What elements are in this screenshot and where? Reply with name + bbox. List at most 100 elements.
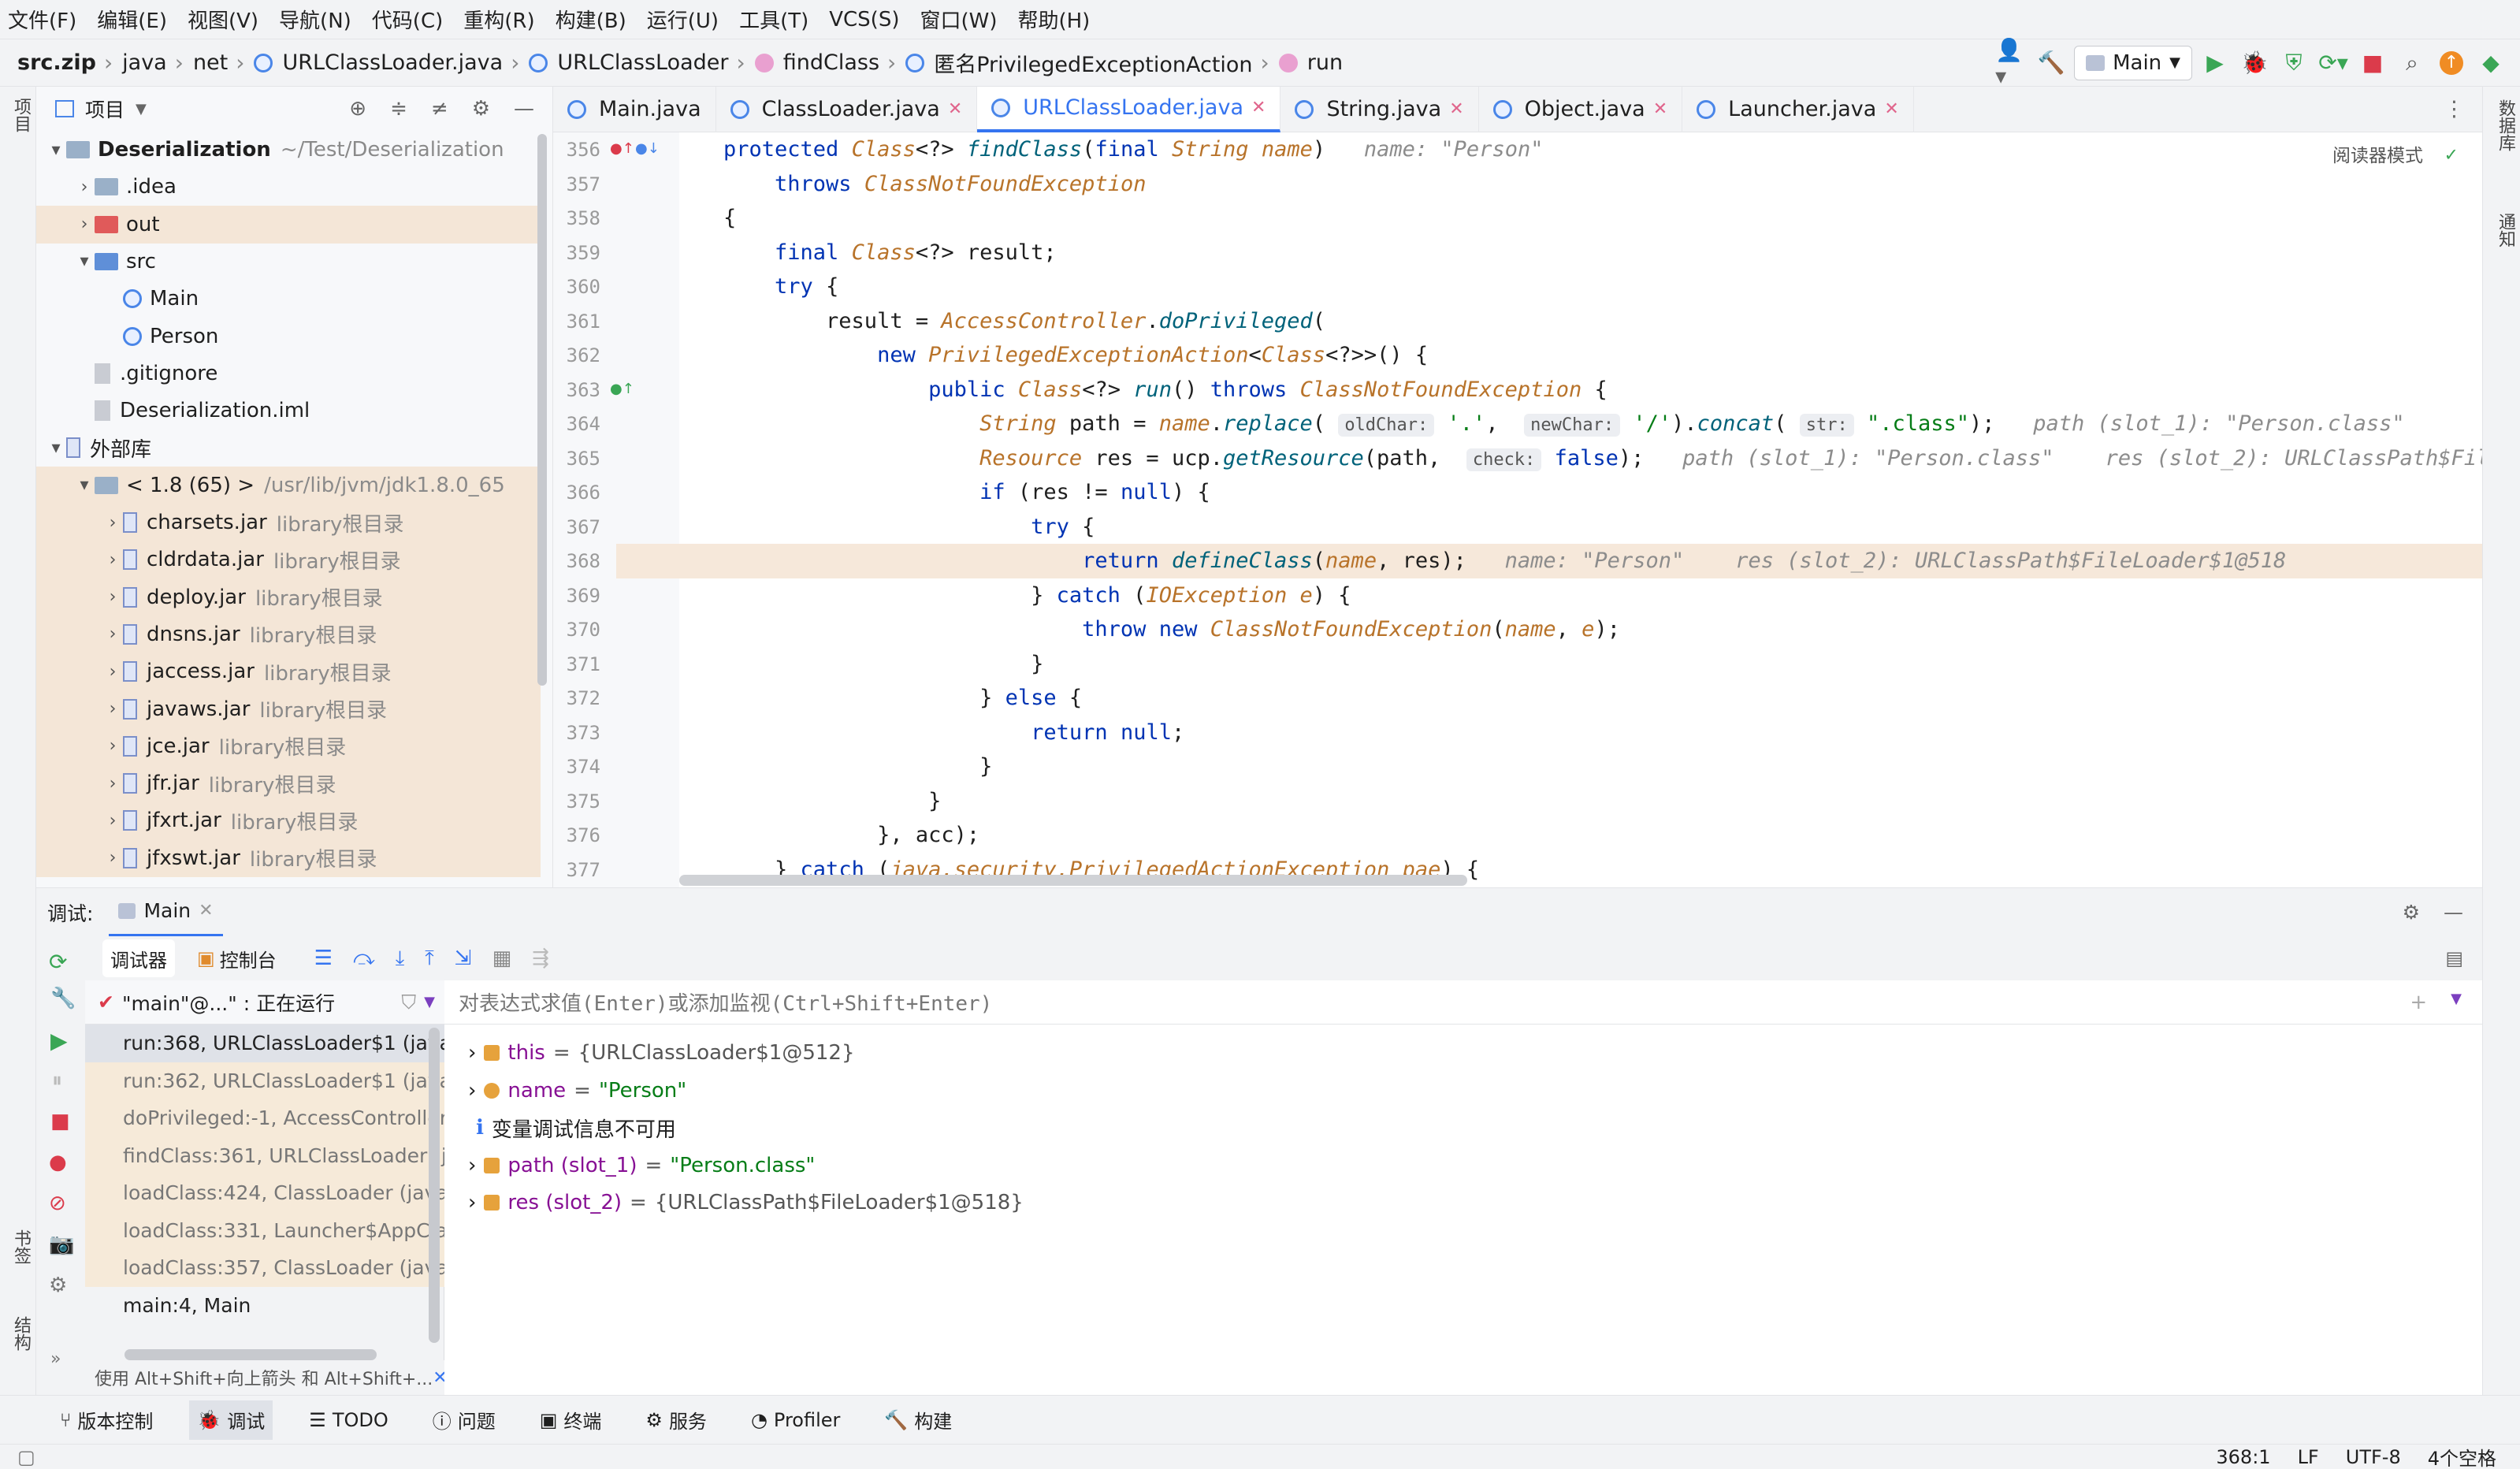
- expand-arrow-icon[interactable]: ›: [74, 214, 95, 234]
- expand-arrow-icon[interactable]: ›: [102, 699, 123, 719]
- close-icon[interactable]: ✕: [1449, 99, 1463, 119]
- trace-icon[interactable]: ⇶: [532, 946, 549, 970]
- gear-icon[interactable]: ⚙: [472, 97, 490, 121]
- tree-item[interactable]: Deserialization.iml: [36, 392, 541, 430]
- debug-session-tab[interactable]: Main ✕: [109, 888, 223, 937]
- tree-item[interactable]: › javaws.jar library根目录: [36, 690, 541, 728]
- close-icon[interactable]: ✕: [948, 99, 962, 119]
- restore-layout-icon[interactable]: ▤: [2445, 947, 2482, 969]
- expand-arrow-icon[interactable]: ›: [102, 662, 123, 682]
- panel-toggle-icon[interactable]: ▢: [17, 1446, 35, 1468]
- editor-tab[interactable]: URLClassLoader.java ✕: [977, 86, 1281, 132]
- menu-item[interactable]: 代码(C): [372, 5, 443, 34]
- stack-frame[interactable]: main:4, Main: [85, 1287, 444, 1325]
- expand-arrow-icon[interactable]: ›: [102, 624, 123, 644]
- variable-row[interactable]: › path (slot_1) = "Person.class": [468, 1147, 815, 1184]
- tree-item[interactable]: › charsets.jar library根目录: [36, 504, 541, 541]
- run-icon[interactable]: ▶: [2198, 46, 2232, 80]
- expand-arrow-icon[interactable]: ▾: [46, 438, 66, 458]
- reader-mode-button[interactable]: 阅读器模式: [2332, 140, 2423, 167]
- menu-item[interactable]: 视图(V): [188, 5, 258, 34]
- bottom-tab[interactable]: ⑂ 版本控制: [52, 1400, 161, 1440]
- chevron-down-icon[interactable]: ▼: [2451, 991, 2462, 1014]
- stack-frame[interactable]: loadClass:424, ClassLoader (java.l: [85, 1174, 444, 1212]
- settings-wrench-icon[interactable]: 🔧: [50, 987, 76, 1010]
- hide-icon[interactable]: —: [2444, 901, 2463, 924]
- profile-icon[interactable]: ⟳▾: [2317, 46, 2350, 80]
- expand-arrow-icon[interactable]: ›: [74, 177, 95, 197]
- user-icon[interactable]: 👤▾: [1995, 37, 2028, 89]
- step-out-icon[interactable]: ⤒: [425, 946, 434, 971]
- step-over-icon[interactable]: ⤼: [353, 946, 375, 971]
- step-into-icon[interactable]: ⤓: [396, 946, 405, 971]
- tree-item[interactable]: › dnsns.jar library根目录: [36, 615, 541, 653]
- filter-icon[interactable]: ⛉: [401, 991, 416, 1014]
- close-icon[interactable]: ✕: [1653, 99, 1667, 119]
- tree-item[interactable]: › jce.jar library根目录: [36, 727, 541, 765]
- tree-item[interactable]: › cldrdata.jar library根目录: [36, 541, 541, 579]
- editor-tab[interactable]: ClassLoader.java ✕: [716, 86, 978, 132]
- expand-arrow-icon[interactable]: ›: [102, 811, 123, 831]
- bottom-tab[interactable]: 🐞 调试: [189, 1400, 273, 1440]
- scrollbar[interactable]: [537, 134, 547, 686]
- menu-item[interactable]: 导航(N): [279, 5, 351, 34]
- tree-item[interactable]: › deploy.jar library根目录: [36, 578, 541, 616]
- chevron-down-icon[interactable]: ▼: [136, 101, 147, 117]
- stack-frame[interactable]: run:368, URLClassLoader$1 (java.: [85, 1025, 444, 1062]
- bottom-tab[interactable]: 🔨 构建: [876, 1400, 960, 1440]
- stack-frame[interactable]: findClass:361, URLClassLoader (ja: [85, 1136, 444, 1175]
- debug-bug-icon[interactable]: 🐞: [2238, 46, 2271, 80]
- scrollbar[interactable]: [125, 1349, 377, 1360]
- expand-arrow-icon[interactable]: ▾: [46, 140, 66, 160]
- menu-item[interactable]: VCS(S): [829, 8, 899, 32]
- code-editor[interactable]: protected Class<?> findClass(final Strin…: [679, 132, 2482, 887]
- project-panel-title[interactable]: 项目: [85, 95, 125, 123]
- pause-icon[interactable]: ⏸: [52, 1069, 62, 1093]
- file-encoding[interactable]: UTF-8: [2346, 1446, 2401, 1468]
- stop-icon[interactable]: ■: [2356, 46, 2389, 80]
- rerun-icon[interactable]: ⟳: [49, 949, 67, 975]
- stack-frame[interactable]: doPrivileged:-1, AccessController: [85, 1099, 444, 1137]
- menu-item[interactable]: 编辑(E): [97, 5, 167, 34]
- implementing-marker-icon[interactable]: ●↓: [635, 140, 660, 157]
- more-icon[interactable]: »: [50, 1349, 61, 1369]
- menu-item[interactable]: 运行(U): [647, 5, 719, 34]
- update-icon[interactable]: ↑: [2435, 46, 2468, 80]
- breadcrumb-item[interactable]: 匿名PrivilegedExceptionAction: [905, 47, 1253, 78]
- locate-icon[interactable]: ⊕: [349, 97, 366, 121]
- expand-arrow-icon[interactable]: ›: [102, 587, 123, 607]
- tree-item[interactable]: Main: [36, 280, 541, 318]
- evaluate-expression-field[interactable]: 对表达式求值(Enter)或添加监视(Ctrl+Shift+Enter) + ▼: [444, 980, 2482, 1025]
- expand-arrow-icon[interactable]: ›: [102, 774, 123, 794]
- stack-frame[interactable]: loadClass:357, ClassLoader (java.l: [85, 1249, 444, 1287]
- expand-arrow-icon[interactable]: ›: [468, 1079, 476, 1103]
- vertical-scrollbar[interactable]: [429, 1028, 440, 1343]
- tree-item[interactable]: › jfxrt.jar library根目录: [36, 801, 541, 840]
- stack-frame[interactable]: loadClass:331, Launcher$AppClas: [85, 1211, 444, 1250]
- tree-item[interactable]: ▾ < 1.8 (65) > /usr/lib/jvm/jdk1.8.0_65: [36, 466, 541, 504]
- menu-item[interactable]: 文件(F): [8, 5, 76, 34]
- variable-row[interactable]: ℹ 变量调试信息不可用: [468, 1109, 676, 1147]
- breadcrumb-item[interactable]: net: [193, 50, 228, 75]
- breadcrumb-item[interactable]: run: [1278, 50, 1343, 75]
- breadcrumb-item[interactable]: java: [122, 50, 167, 75]
- editor-tab[interactable]: String.java ✕: [1280, 86, 1479, 132]
- bottom-tab[interactable]: ▣ 终端: [532, 1400, 610, 1440]
- line-separator[interactable]: LF: [2298, 1446, 2319, 1468]
- bottom-tab[interactable]: ☰ TODO: [301, 1400, 396, 1440]
- horizontal-scrollbar[interactable]: [679, 875, 1467, 886]
- expand-arrow-icon[interactable]: ›: [468, 1191, 476, 1214]
- more-icon[interactable]: ⋮: [2444, 97, 2482, 121]
- expand-arrow-icon[interactable]: ▾: [74, 475, 95, 495]
- expand-arrow-icon[interactable]: ›: [102, 513, 123, 533]
- database-tool-button[interactable]: 数据库: [2492, 99, 2520, 156]
- breadcrumb-item[interactable]: findClass: [754, 50, 879, 75]
- expand-all-icon[interactable]: ≑: [390, 97, 407, 121]
- view-breakpoints-icon[interactable]: ●: [49, 1151, 67, 1174]
- stack-frame[interactable]: run:362, URLClassLoader$1 (java.: [85, 1062, 444, 1100]
- expand-arrow-icon[interactable]: ▾: [74, 251, 95, 271]
- editor-tab[interactable]: Object.java ✕: [1479, 86, 1683, 132]
- run-config-select[interactable]: Main ▼: [2074, 45, 2192, 80]
- tree-item[interactable]: › jfr.jar library根目录: [36, 764, 541, 803]
- gear-icon[interactable]: ⚙: [49, 1274, 67, 1297]
